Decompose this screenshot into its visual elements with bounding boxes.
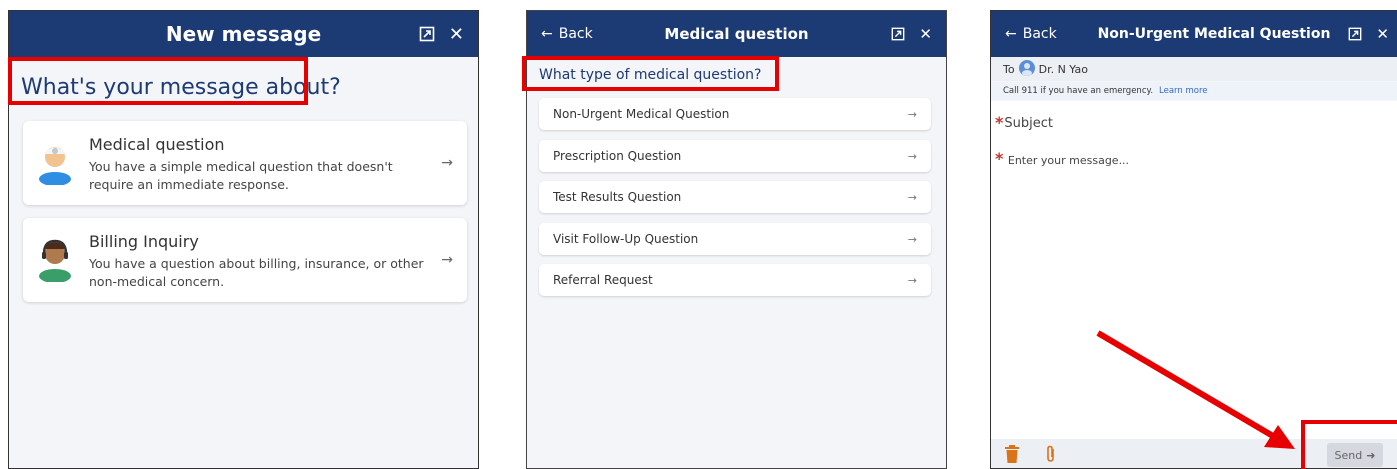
back-label: Back <box>1022 26 1057 42</box>
highlight-box <box>8 57 308 105</box>
option-label: Referral Request <box>553 273 653 287</box>
option-test-results[interactable]: Test Results Question → <box>539 181 931 213</box>
header: New message ✕ <box>9 11 478 57</box>
option-label: Visit Follow-Up Question <box>553 232 699 246</box>
recipient-row: To Dr. N Yao <box>991 57 1397 81</box>
highlight-box <box>522 56 779 91</box>
avatar <box>1018 59 1035 79</box>
card-title: Medical question <box>89 135 225 154</box>
trash-icon[interactable] <box>1005 445 1019 467</box>
back-label: Back <box>558 26 593 42</box>
back-button[interactable]: ← Back <box>541 26 593 42</box>
close-icon[interactable]: ✕ <box>919 25 932 43</box>
arrow-right-icon: → <box>441 155 453 171</box>
close-icon[interactable]: ✕ <box>449 24 464 45</box>
option-prescription[interactable]: Prescription Question → <box>539 140 931 172</box>
required-asterisk: * <box>995 113 1004 132</box>
option-label: Non-Urgent Medical Question <box>553 107 730 121</box>
billing-inquiry-card[interactable]: Billing Inquiry You have a question abou… <box>23 218 467 302</box>
arrow-right-icon: → <box>907 149 917 163</box>
option-label: Prescription Question <box>553 149 682 163</box>
message-placeholder: Enter your message... <box>1007 154 1130 167</box>
option-label: Test Results Question <box>553 190 682 204</box>
card-description-line2: non-medical concern. <box>89 274 225 289</box>
medical-question-card[interactable]: Medical question You have a simple medic… <box>23 121 467 205</box>
popout-icon[interactable] <box>891 27 905 41</box>
required-asterisk: * <box>995 149 1004 168</box>
arrow-right-icon: → <box>907 190 917 204</box>
header: ← Back Non-Urgent Medical Question ✕ <box>991 11 1397 57</box>
emergency-notice: Call 911 if you have an emergency. Learn… <box>991 82 1397 100</box>
header-title: Non-Urgent Medical Question <box>1097 26 1331 42</box>
header: ← Back Medical question ✕ <box>527 11 946 57</box>
arrow-right-icon: → <box>441 252 453 268</box>
option-visit-follow-up[interactable]: Visit Follow-Up Question → <box>539 223 931 255</box>
arrow-right-icon: → <box>907 232 917 246</box>
doctor-avatar-icon <box>37 139 73 186</box>
subject-input[interactable]: * Subject <box>995 111 1387 135</box>
option-non-urgent[interactable]: Non-Urgent Medical Question → <box>539 98 931 130</box>
back-arrow-icon: ← <box>1005 26 1017 42</box>
to-label: To <box>1003 62 1015 76</box>
card-description-line1: You have a simple medical question that … <box>89 159 393 174</box>
popout-icon[interactable] <box>1348 27 1362 41</box>
annotation-arrow <box>1096 330 1295 449</box>
back-arrow-icon: ← <box>541 26 553 42</box>
header-title: New message <box>165 22 322 46</box>
card-description-line2: require an immediate response. <box>89 177 289 192</box>
billing-agent-avatar-icon <box>37 236 73 283</box>
subject-placeholder: Subject <box>1004 115 1053 131</box>
learn-more-link[interactable]: Learn more <box>1159 86 1207 96</box>
highlight-box <box>1301 420 1397 469</box>
paperclip-icon[interactable] <box>1045 445 1057 467</box>
card-description-line1: You have a question about billing, insur… <box>89 256 424 271</box>
arrow-right-icon: → <box>907 107 917 121</box>
popout-icon[interactable] <box>419 26 435 42</box>
emergency-text: Call 911 if you have an emergency. <box>1003 86 1154 96</box>
back-button[interactable]: ← Back <box>1005 26 1057 42</box>
option-referral-request[interactable]: Referral Request → <box>539 264 931 296</box>
card-title: Billing Inquiry <box>89 232 199 251</box>
arrow-right-icon: → <box>907 273 917 287</box>
recipient-name: Dr. N Yao <box>1038 62 1088 76</box>
close-icon[interactable]: ✕ <box>1376 25 1389 43</box>
